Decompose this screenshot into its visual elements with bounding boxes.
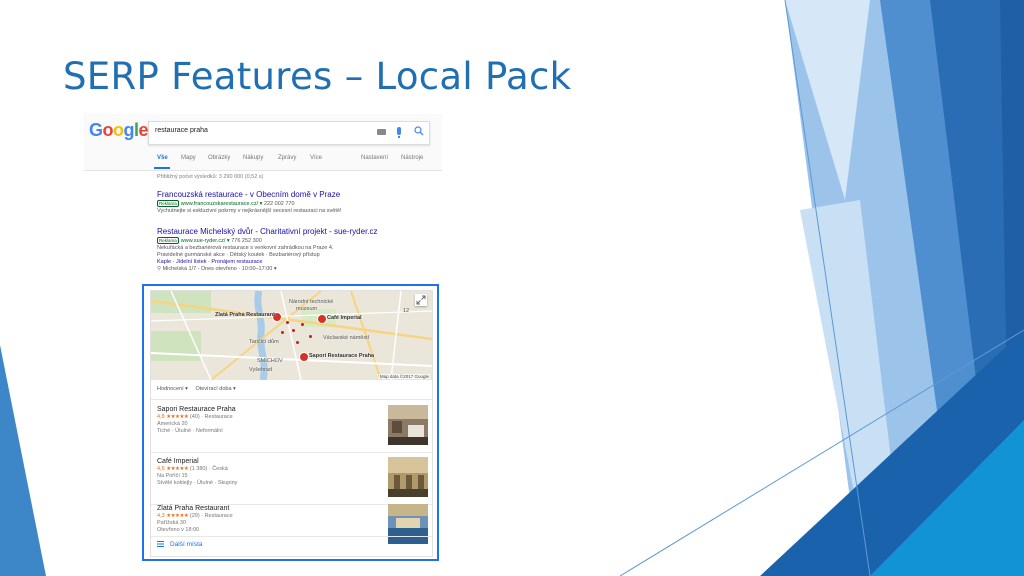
search-tabs: Vše Mapy Obrázky Nákupy Zprávy Více Nast… (84, 152, 442, 170)
review-count: (29) · Restaurace (189, 513, 233, 519)
place-photo[interactable] (388, 405, 428, 445)
ad-phone[interactable]: 222 002 770 (264, 201, 295, 207)
google-header: Google restaurace praha Vše Mapy Obrázky… (84, 114, 442, 171)
ad-url: www.sue-ryder.cz/ (180, 238, 226, 244)
ad-badge: Reklama (157, 200, 179, 207)
map-label-sapori: Sapori Restaurace Praha (309, 353, 375, 359)
filter-opening-hours[interactable]: Otevírací doba ▾ (195, 386, 235, 392)
left-accent-shape (0, 345, 46, 576)
map-dot[interactable] (286, 321, 289, 324)
ad-url-line: Reklama www.francouzskarestaurace.cz/ ▾ 2… (157, 200, 295, 207)
ad-sitelinks[interactable]: Kaple · Jídelní lístek · Pronájem restau… (157, 259, 437, 266)
search-icon[interactable] (414, 126, 424, 136)
rating-stars: ★★★★★ (166, 513, 189, 519)
map-label-muzeum: muzeum (296, 306, 318, 312)
place-listing[interactable]: Sapori Restaurace Praha 4,8 ★★★★★ (40) ·… (157, 405, 429, 451)
rating-score: 4,6 (157, 466, 165, 472)
tab-nastroje[interactable]: Nástroje (401, 155, 423, 161)
search-input[interactable]: restaurace praha (148, 121, 430, 145)
map-dot[interactable] (292, 329, 295, 332)
ad-location[interactable]: ⚲ Michelská 1/7 - Dnes otevřeno · 10:00–… (157, 266, 437, 273)
map-label-narodni: Národní technické (289, 299, 334, 305)
tab-vice[interactable]: Více (310, 155, 322, 161)
map-label-tancici: Tančící dům (249, 339, 279, 345)
divider (151, 399, 432, 400)
map-label-cafe: Café Imperial (327, 315, 362, 321)
more-places-link[interactable]: Další místa (157, 541, 203, 548)
ad-url-line: Reklama www.sue-ryder.cz/ ▾ 776 252 300 (157, 237, 262, 244)
ad-location-text: Michelská 1/7 - Dnes otevřeno · 10:00–17… (162, 266, 277, 272)
ad-result: Francouzská restaurace - v Obecním domě … (157, 190, 437, 215)
rating-score: 4,3 (157, 513, 165, 519)
map-dot[interactable] (281, 331, 284, 334)
map-label-zlata: Zlatá Praha Restaurant (215, 312, 275, 318)
list-icon (157, 541, 164, 547)
map-pin-icon[interactable] (299, 352, 309, 362)
map-pin-icon[interactable] (317, 314, 327, 324)
map-label-vysehrad: Vyšehrad (249, 367, 273, 373)
tab-vse[interactable]: Vše (157, 155, 168, 161)
map-label-smichov: SMÍCHOV (257, 358, 283, 364)
rating-stars: ★★★★★ (166, 466, 189, 472)
tab-nastaveni[interactable]: Nastavení (361, 155, 388, 161)
ad-badge: Reklama (157, 237, 179, 244)
filter-rating[interactable]: Hodnocení ▾ (157, 386, 188, 392)
ad-phone[interactable]: 776 252 300 (231, 238, 262, 244)
search-query: restaurace praha (155, 127, 208, 134)
google-logo[interactable]: Google (89, 120, 149, 141)
keyboard-icon[interactable] (377, 129, 386, 135)
map-dot[interactable] (309, 335, 312, 338)
more-places-label: Další místa (170, 541, 203, 548)
place-listing[interactable]: Café Imperial 4,6 ★★★★★ (1 380) · Česká … (157, 457, 429, 503)
result-count: Přibližný počet výsledků: 3 290 000 (0,5… (157, 174, 264, 180)
local-pack-highlight: Zlatá Praha Restaurant Café Imperial Sap… (142, 284, 439, 561)
expand-icon[interactable] (415, 294, 427, 306)
tab-obrazky[interactable]: Obrázky (208, 155, 230, 161)
tab-zpravy[interactable]: Zprávy (278, 155, 296, 161)
review-count: (1 380) · Česká (189, 466, 228, 472)
ad-description: Nekuřácká a bezbariérová restaurace s ve… (157, 245, 334, 251)
place-photo[interactable] (388, 457, 428, 497)
ad-title-link[interactable]: Francouzská restaurace - v Obecním domě … (157, 190, 437, 200)
place-photo[interactable] (388, 504, 428, 544)
serp-screenshot: Google restaurace praha Vše Mapy Obrázky… (84, 114, 442, 562)
active-tab-indicator (154, 167, 170, 169)
map-label-vaclavske: Václavské náměstí (323, 335, 370, 341)
divider (151, 452, 432, 453)
rating-stars: ★★★★★ (166, 414, 189, 420)
divider (151, 536, 432, 537)
slide-title: SERP Features – Local Pack (63, 55, 572, 98)
tab-nakupy[interactable]: Nákupy (243, 155, 263, 161)
tab-mapy[interactable]: Mapy (181, 155, 196, 161)
ad-url: www.francouzskarestaurace.cz/ (180, 201, 259, 207)
review-count: (40) · Restaurace (189, 414, 233, 420)
mic-icon[interactable] (397, 127, 401, 138)
map-dot[interactable] (296, 341, 299, 344)
map-road-number: 12 (403, 308, 410, 314)
local-pack: Zlatá Praha Restaurant Café Imperial Sap… (150, 290, 433, 557)
local-map[interactable]: Zlatá Praha Restaurant Café Imperial Sap… (151, 291, 432, 380)
map-dot[interactable] (301, 323, 304, 326)
map-credit: Map data ©2017 Google (378, 374, 430, 379)
local-filters: Hodnocení ▾ Otevírací doba ▾ (157, 386, 242, 392)
ad-description: Vychutnejte si exkluzivní pokrmy v nejkr… (157, 208, 342, 214)
rating-score: 4,8 (157, 414, 165, 420)
ad-description: Pravidelné gurmánské akce · Dětský koute… (157, 252, 320, 258)
ad-result: Restaurace Michelský dvůr - Charitativní… (157, 227, 437, 273)
ad-title-link[interactable]: Restaurace Michelský dvůr - Charitativní… (157, 227, 437, 237)
